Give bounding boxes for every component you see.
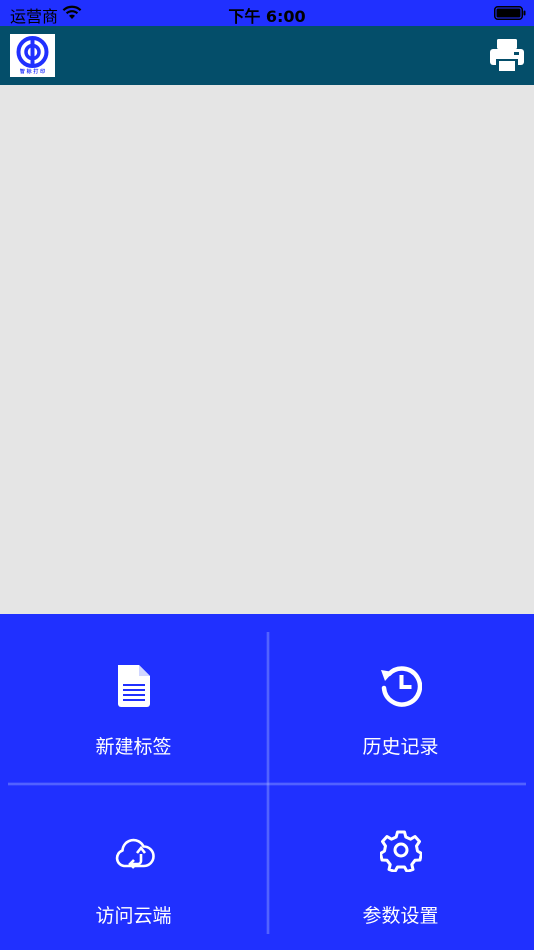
logo-text: 智 标 打 印	[19, 69, 46, 75]
new-label-text: 新建标签	[95, 736, 172, 758]
app-header: 智 标 打 印	[0, 26, 534, 85]
battery-icon	[494, 6, 526, 20]
label-preview-area	[0, 85, 534, 614]
print-button[interactable]	[488, 37, 526, 75]
app-logo: 智 标 打 印	[10, 34, 55, 77]
settings-button[interactable]: 参数设置	[267, 784, 534, 950]
status-bar: 运营商 下午 6:00	[0, 0, 534, 26]
history-text: 历史记录	[362, 736, 439, 758]
cloud-icon	[115, 838, 155, 869]
document-icon	[118, 665, 150, 707]
main-menu: 新建标签 历史记录 访问云端 参数设置	[0, 614, 534, 950]
cloud-access-text: 访问云端	[95, 905, 172, 927]
logo-mark-icon	[16, 36, 49, 68]
status-time: 下午 6:00	[228, 7, 306, 26]
history-button[interactable]: 历史记录	[267, 614, 534, 782]
history-icon	[381, 666, 422, 707]
cloud-access-button[interactable]: 访问云端	[0, 784, 267, 950]
gear-icon	[380, 830, 422, 872]
new-label-button[interactable]: 新建标签	[0, 614, 267, 782]
printer-icon	[490, 39, 524, 73]
settings-text: 参数设置	[362, 905, 439, 927]
